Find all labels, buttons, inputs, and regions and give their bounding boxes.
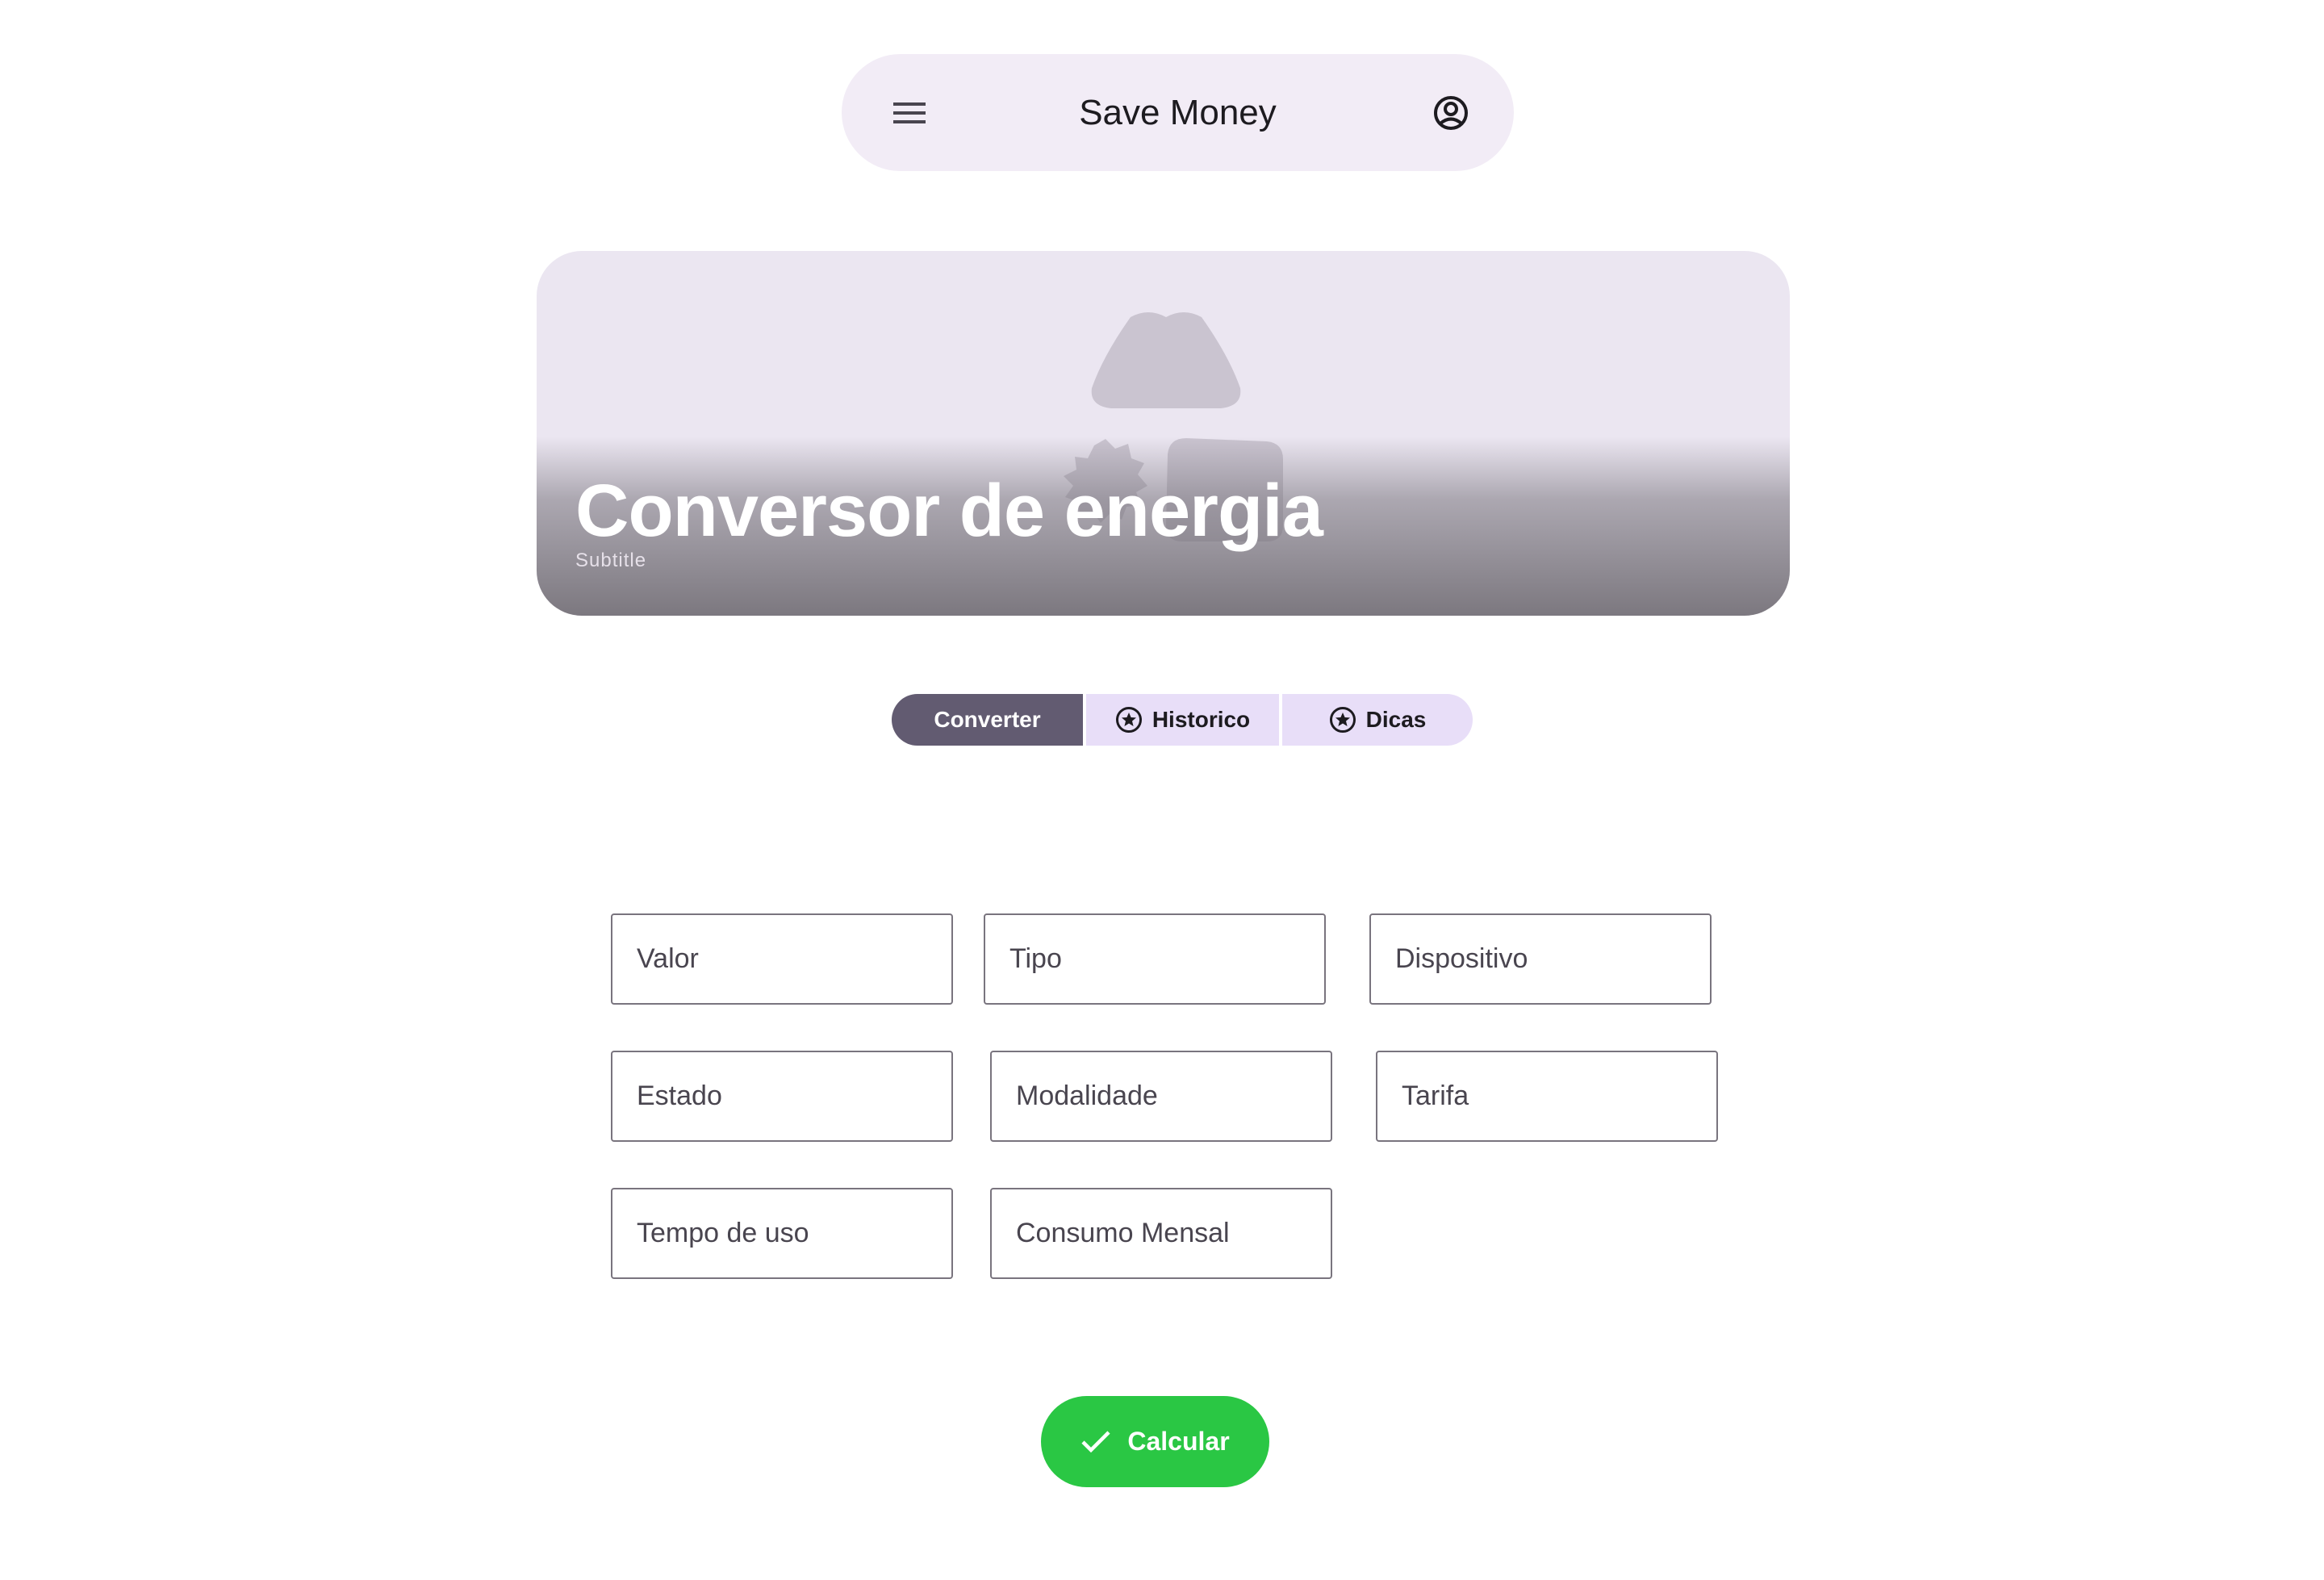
calculate-button[interactable]: Calcular bbox=[1041, 1396, 1269, 1487]
star-circle-icon bbox=[1329, 707, 1356, 733]
star-circle-icon bbox=[1115, 707, 1142, 733]
tab-label: Dicas bbox=[1365, 707, 1427, 732]
tempo-de-uso-field[interactable] bbox=[611, 1188, 953, 1279]
app-title: Save Money bbox=[1079, 92, 1277, 132]
tab-label: Historico bbox=[1152, 707, 1251, 732]
menu-button[interactable] bbox=[880, 84, 938, 142]
tipo-field[interactable] bbox=[984, 913, 1326, 1005]
calculate-label: Calcular bbox=[1127, 1427, 1230, 1456]
hero-subtitle: Subtitle bbox=[575, 550, 647, 571]
account-button[interactable] bbox=[1422, 84, 1480, 142]
tarifa-field[interactable] bbox=[1376, 1051, 1718, 1142]
dispositivo-field[interactable] bbox=[1369, 913, 1712, 1005]
page: Save Money Conversor de energia Subtitle… bbox=[0, 0, 2324, 1580]
estado-input[interactable] bbox=[612, 1052, 951, 1140]
tempo-de-uso-input[interactable] bbox=[612, 1189, 951, 1277]
account-circle-icon bbox=[1434, 96, 1468, 130]
valor-field[interactable] bbox=[611, 913, 953, 1005]
tab-historico[interactable]: Historico bbox=[1086, 694, 1279, 746]
tab-converter[interactable]: Converter bbox=[892, 694, 1083, 746]
estado-field[interactable] bbox=[611, 1051, 953, 1142]
tab-label: Converter bbox=[934, 707, 1041, 732]
modalidade-input[interactable] bbox=[992, 1052, 1331, 1140]
consumo-mensal-field[interactable] bbox=[990, 1188, 1332, 1279]
consumo-mensal-input[interactable] bbox=[992, 1189, 1331, 1277]
tipo-input[interactable] bbox=[985, 915, 1324, 1003]
hero-title: Conversor de energia bbox=[575, 470, 1323, 552]
menu-icon bbox=[893, 102, 926, 123]
modalidade-field[interactable] bbox=[990, 1051, 1332, 1142]
dispositivo-input[interactable] bbox=[1371, 915, 1710, 1003]
tab-dicas[interactable]: Dicas bbox=[1282, 694, 1473, 746]
tarifa-input[interactable] bbox=[1377, 1052, 1716, 1140]
check-icon bbox=[1081, 1430, 1110, 1453]
top-app-bar: Save Money bbox=[842, 54, 1514, 171]
hero-card: Conversor de energia Subtitle bbox=[537, 251, 1790, 616]
valor-input[interactable] bbox=[612, 915, 951, 1003]
